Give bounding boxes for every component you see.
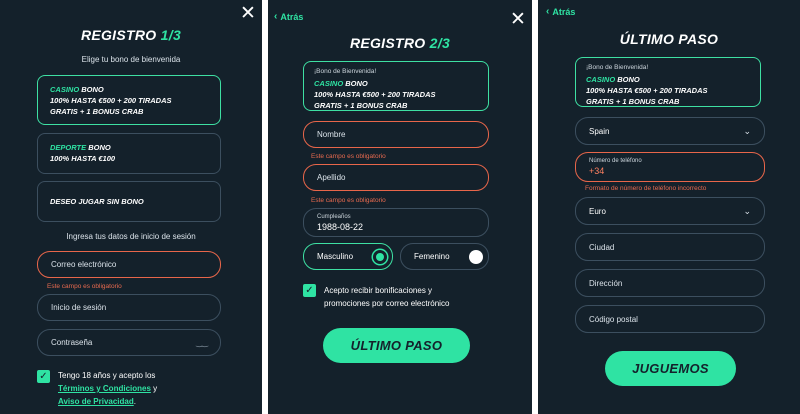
registration-step-1-panel: ✕ REGISTRO 1/3 Elige tu bono de bienveni… (0, 0, 262, 414)
step3-title: ÚLTIMO PASO (619, 31, 719, 47)
chevron-down-icon: ⌄ (743, 205, 751, 216)
show-password-icon[interactable]: ‿‿ (196, 338, 208, 347)
back-label: Atrás (280, 12, 304, 22)
phone-field[interactable]: Número de teléfono +34 (575, 152, 765, 182)
promo-consent-line2: promociones por correo electrónico (324, 299, 450, 308)
sport-bonus-line2: 100% HASTA €100 (50, 154, 116, 163)
chevron-left-icon: ‹ (274, 11, 278, 22)
terms-prefix: Tengo 18 años y acepto los (58, 371, 156, 380)
terms-link[interactable]: Términos y Condiciones (58, 384, 151, 393)
sport-bonus-option[interactable]: DEPORTE BONO 100% HASTA €100 (37, 133, 221, 174)
selected-bonus-heading: CASINO BONO (314, 78, 476, 89)
promo-consent-line1: Acepto recibir bonificaciones y (324, 286, 433, 295)
privacy-suffix: . (133, 397, 136, 406)
currency-value: Euro (589, 206, 606, 216)
step1-title-text: REGISTRO (80, 27, 157, 43)
bonus-choice-subtitle: Elige tu bono de bienvenida (81, 55, 181, 64)
step1-title: REGISTRO 1/3 (0, 27, 262, 43)
sport-bonus-heading: DEPORTE BONO (50, 142, 208, 153)
play-button[interactable]: JUGUEMOS (605, 351, 736, 386)
casino-bonus-option[interactable]: CASINO BONO 100% HASTA €500 + 200 TIRADA… (37, 75, 221, 125)
country-select[interactable]: Spain ⌄ (575, 117, 765, 145)
step2-title-step: 2/3 (429, 35, 451, 51)
promo-consent-checkbox[interactable]: ✓ (303, 284, 316, 297)
last-name-placeholder: Apellido (317, 173, 346, 182)
casino-bonus-line3: GRATIS + 1 BONUS CRAB (50, 107, 144, 116)
email-placeholder: Correo electrónico (51, 260, 117, 269)
gender-male-label: Masculino (317, 252, 354, 261)
close-icon[interactable]: ✕ (240, 4, 256, 23)
last-name-field[interactable]: Apellido (303, 164, 489, 191)
email-field[interactable]: Correo electrónico (37, 251, 221, 278)
casino-bonus-line2: 100% HASTA €500 + 200 TIRADAS (50, 96, 172, 105)
sport-bonus-rest: BONO (88, 143, 111, 152)
step2-title-text: REGISTRO (349, 35, 426, 51)
login-data-subtitle: Ingresa tus datos de inicio de sesión (66, 232, 196, 241)
first-name-placeholder: Nombre (317, 130, 346, 139)
first-name-error: Este campo es obligatorio (311, 153, 386, 160)
selected-bonus-highlight: CASINO (314, 79, 344, 88)
birthday-field[interactable]: Cumpleaños 1988-08-22 (303, 208, 489, 237)
phone-error: Formato de número de teléfono incorrecto (585, 185, 707, 192)
selected-bonus-rest: BONO (617, 75, 640, 84)
terms-checkbox[interactable]: ✓ (37, 370, 50, 383)
sport-bonus-highlight: DEPORTE (50, 143, 87, 152)
city-placeholder: Ciudad (589, 242, 615, 252)
close-icon[interactable]: ✕ (510, 10, 526, 29)
last-step-button[interactable]: ÚLTIMO PASO (323, 328, 470, 363)
radio-unselected-icon (469, 249, 483, 264)
promo-consent-text: Acepto recibir bonificaciones y promocio… (324, 284, 504, 310)
login-field[interactable]: Inicio de sesión (37, 294, 221, 321)
selected-bonus-line2: 100% HASTA €500 + 200 TIRADAS (586, 86, 708, 95)
address-placeholder: Dirección (589, 278, 623, 288)
welcome-bonus-label: ¡Bono de Bienvenida! (314, 68, 377, 75)
gender-female-option[interactable]: Femenino (400, 243, 489, 270)
no-bonus-label: DESEO JUGAR SIN BONO (50, 197, 144, 206)
selected-bonus-heading: CASINO BONO (586, 74, 748, 85)
privacy-link[interactable]: Aviso de Privacidad (58, 397, 134, 406)
registration-step-2-panel: ‹ Atrás ✕ REGISTRO 2/3 ¡Bono de Bienveni… (268, 0, 532, 414)
selected-bonus-card: ¡Bono de Bienvenida! CASINO BONO 100% HA… (303, 61, 489, 111)
phone-label: Número de teléfono (589, 158, 642, 164)
radio-selected-icon (373, 249, 387, 264)
no-bonus-option[interactable]: DESEO JUGAR SIN BONO (37, 181, 221, 222)
selected-bonus-line3: GRATIS + 1 BONUS CRAB (586, 97, 680, 106)
city-field[interactable]: Ciudad (575, 233, 765, 261)
chevron-down-icon: ⌄ (743, 125, 751, 136)
step2-title: REGISTRO 2/3 (268, 35, 532, 51)
postal-code-placeholder: Código postal (589, 314, 638, 324)
back-button[interactable]: ‹ Atrás (546, 6, 576, 18)
email-error: Este campo es obligatorio (47, 283, 122, 290)
address-field[interactable]: Dirección (575, 269, 765, 297)
postal-code-field[interactable]: Código postal (575, 305, 765, 333)
back-button[interactable]: ‹ Atrás (274, 11, 304, 23)
gender-male-option[interactable]: Masculino (303, 243, 393, 270)
country-value: Spain (589, 126, 610, 136)
terms-and: y (150, 384, 158, 393)
password-field[interactable]: Contraseña ‿‿ (37, 329, 221, 356)
terms-text: Tengo 18 años y acepto los Términos y Co… (58, 369, 248, 408)
birthday-label: Cumpleaños (317, 213, 351, 220)
selected-bonus-card: ¡Bono de Bienvenida! CASINO BONO 100% HA… (575, 57, 761, 107)
chevron-left-icon: ‹ (546, 6, 550, 17)
gender-female-label: Femenino (414, 252, 450, 261)
casino-bonus-highlight: CASINO (50, 85, 80, 94)
casino-bonus-heading: CASINO BONO (50, 84, 208, 95)
phone-prefix-value: +34 (589, 166, 605, 176)
selected-bonus-highlight: CASINO (586, 75, 616, 84)
selected-bonus-line2: 100% HASTA €500 + 200 TIRADAS (314, 90, 436, 99)
last-name-error: Este campo es obligatorio (311, 197, 386, 204)
registration-step-3-panel: ‹ Atrás ÚLTIMO PASO ¡Bono de Bienvenida!… (538, 0, 800, 414)
password-placeholder: Contraseña (51, 338, 93, 347)
currency-select[interactable]: Euro ⌄ (575, 197, 765, 225)
selected-bonus-rest: BONO (345, 79, 368, 88)
casino-bonus-rest: BONO (81, 85, 104, 94)
login-placeholder: Inicio de sesión (51, 303, 107, 312)
first-name-field[interactable]: Nombre (303, 121, 489, 148)
selected-bonus-line3: GRATIS + 1 BONUS CRAB (314, 101, 408, 110)
step1-title-step: 1/3 (160, 27, 182, 43)
birthday-value: 1988-08-22 (317, 221, 364, 232)
welcome-bonus-label: ¡Bono de Bienvenida! (586, 64, 649, 71)
back-label: Atrás (552, 7, 576, 17)
